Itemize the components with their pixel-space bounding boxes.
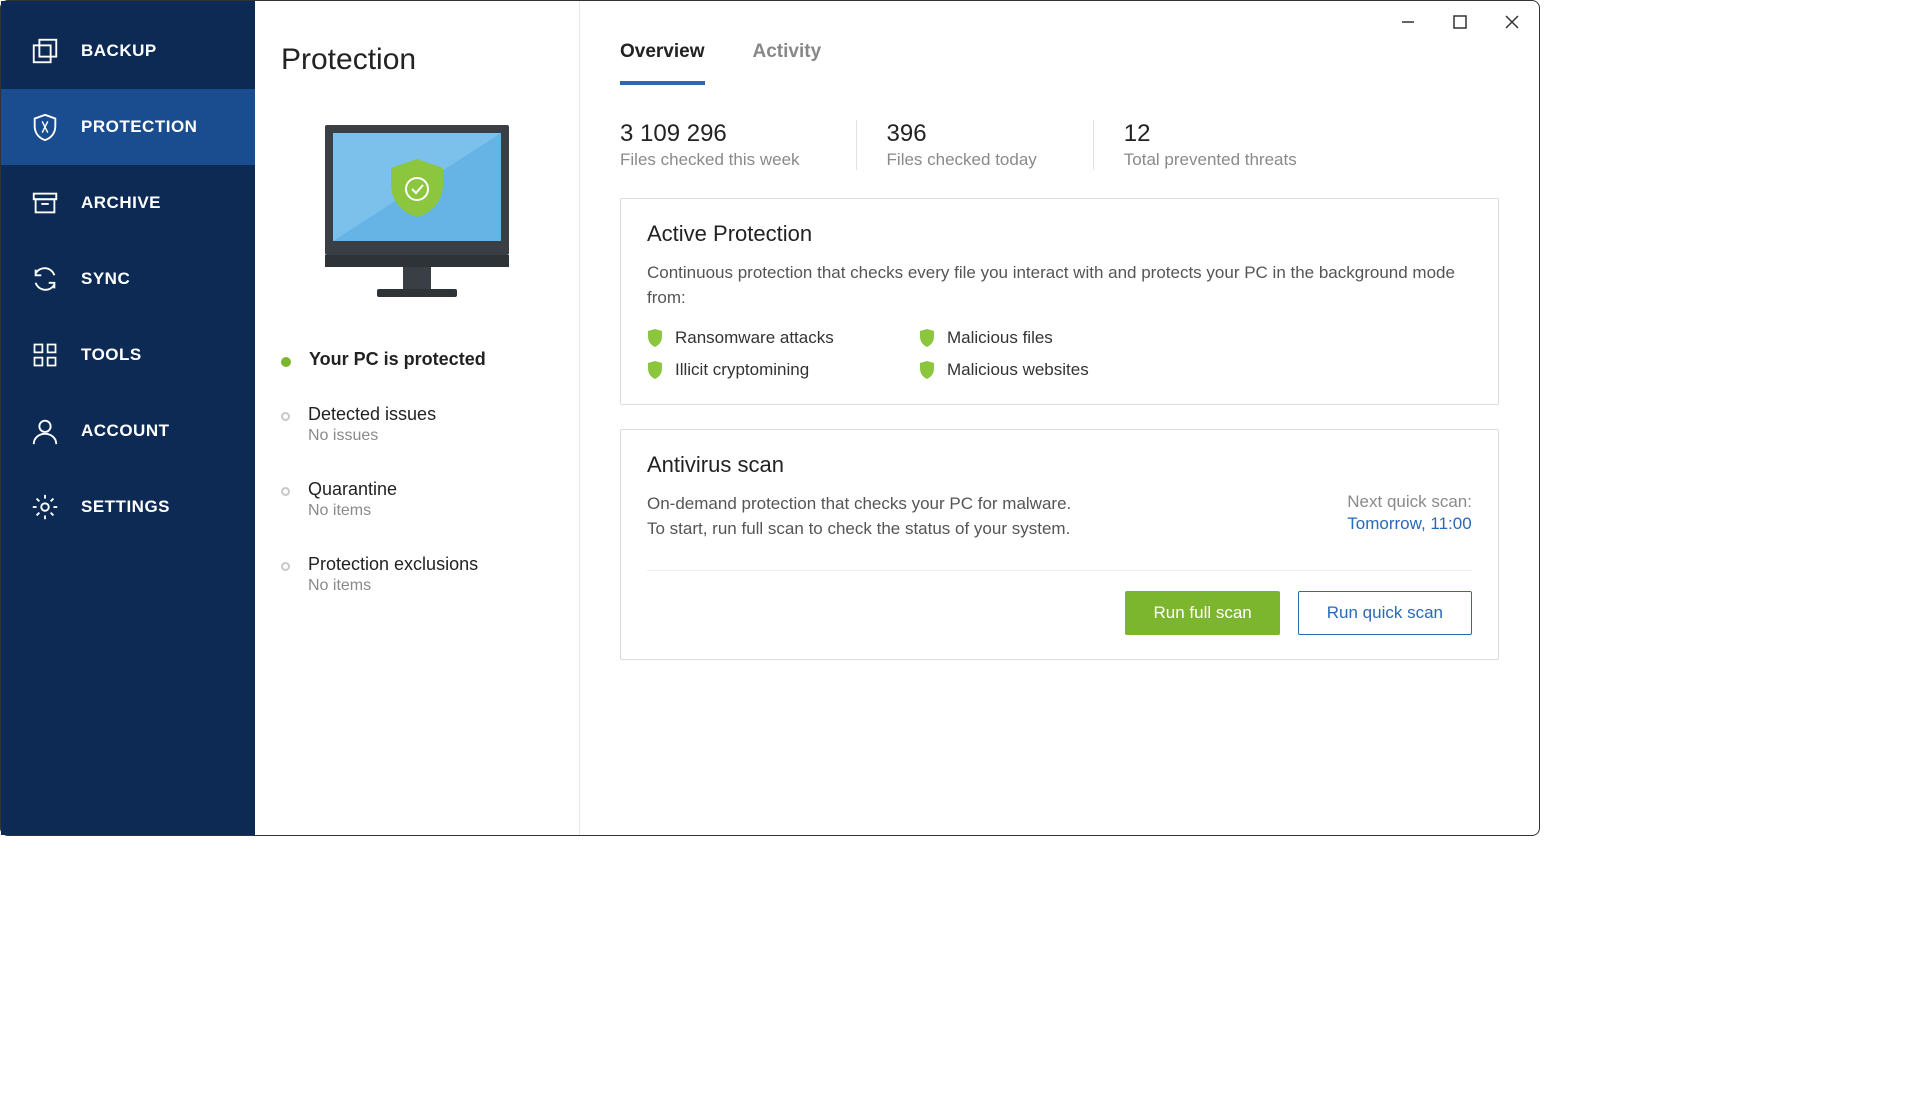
sidebar-item-account[interactable]: ACCOUNT (1, 393, 255, 469)
threat-item: Malicious files (919, 328, 1167, 348)
stat-value: 3 109 296 (620, 120, 800, 148)
sidebar-item-protection[interactable]: PROTECTION (1, 89, 255, 165)
status-protected-label: Your PC is protected (309, 349, 486, 370)
run-quick-scan-button[interactable]: Run quick scan (1298, 591, 1472, 635)
threat-label: Malicious websites (947, 360, 1089, 380)
monitor-illustration (307, 117, 527, 307)
sidebar-item-label: BACKUP (81, 41, 157, 61)
sidebar-item-label: SYNC (81, 269, 130, 289)
sidebar-item-settings[interactable]: SETTINGS (1, 469, 255, 545)
window-controls (1395, 9, 1525, 35)
shield-mini-icon (919, 329, 935, 347)
status-row-sub: No items (308, 502, 397, 520)
next-scan-value: Tomorrow, 11:00 (1347, 514, 1472, 534)
status-protected-row[interactable]: Your PC is protected (281, 335, 553, 390)
archive-icon (29, 187, 61, 219)
card-title: Antivirus scan (647, 452, 1472, 478)
stat-files-today: 396 Files checked today (856, 120, 1093, 170)
sidebar-item-label: SETTINGS (81, 497, 170, 517)
status-row-title: Quarantine (308, 479, 397, 500)
stat-label: Files checked today (887, 150, 1037, 170)
stat-threats: 12 Total prevented threats (1093, 120, 1353, 170)
stat-label: Files checked this week (620, 150, 800, 170)
sidebar-item-sync[interactable]: SYNC (1, 241, 255, 317)
status-dot-icon (281, 412, 290, 421)
shield-icon (29, 111, 61, 143)
card-description: Continuous protection that checks every … (647, 261, 1472, 310)
threat-item: Malicious websites (919, 360, 1167, 380)
antivirus-scan-card: Antivirus scan On-demand protection that… (620, 429, 1499, 659)
next-scan-label: Next quick scan: (1347, 492, 1472, 512)
status-dot-icon (281, 487, 290, 496)
threat-item: Ransomware attacks (647, 328, 895, 348)
protection-summary-panel: Protection Your PC is protected Detected… (255, 1, 580, 835)
grid-icon (29, 339, 61, 371)
main-content: Overview Activity 3 109 296 Files checke… (580, 1, 1539, 835)
shield-mini-icon (919, 361, 935, 379)
close-button[interactable] (1499, 9, 1525, 35)
status-quarantine-row[interactable]: Quarantine No items (281, 465, 553, 540)
backup-icon (29, 35, 61, 67)
status-row-title: Detected issues (308, 404, 436, 425)
stat-label: Total prevented threats (1124, 150, 1297, 170)
sidebar-item-backup[interactable]: BACKUP (1, 13, 255, 89)
threat-label: Ransomware attacks (675, 328, 834, 348)
maximize-button[interactable] (1447, 9, 1473, 35)
status-detected-issues-row[interactable]: Detected issues No issues (281, 390, 553, 465)
shield-mini-icon (647, 329, 663, 347)
sidebar-item-tools[interactable]: TOOLS (1, 317, 255, 393)
stat-value: 12 (1124, 120, 1297, 148)
sidebar-item-label: PROTECTION (81, 117, 197, 137)
account-icon (29, 415, 61, 447)
sidebar-item-archive[interactable]: ARCHIVE (1, 165, 255, 241)
shield-mini-icon (647, 361, 663, 379)
tab-activity[interactable]: Activity (753, 41, 822, 85)
status-dot-icon (281, 562, 290, 571)
tab-overview[interactable]: Overview (620, 41, 705, 85)
sidebar-item-label: ARCHIVE (81, 193, 161, 213)
stat-value: 396 (887, 120, 1037, 148)
gear-icon (29, 491, 61, 523)
next-scan-info: Next quick scan: Tomorrow, 11:00 (1347, 492, 1472, 541)
card-description: On-demand protection that checks your PC… (647, 492, 1076, 541)
status-dot-icon (281, 357, 291, 367)
sidebar-item-label: ACCOUNT (81, 421, 170, 441)
run-full-scan-button[interactable]: Run full scan (1125, 591, 1279, 635)
threat-label: Illicit cryptomining (675, 360, 809, 380)
stat-files-week: 3 109 296 Files checked this week (620, 120, 856, 170)
status-exclusions-row[interactable]: Protection exclusions No items (281, 540, 553, 615)
status-row-sub: No issues (308, 427, 436, 445)
status-row-title: Protection exclusions (308, 554, 478, 575)
card-title: Active Protection (647, 221, 1472, 247)
threat-label: Malicious files (947, 328, 1053, 348)
sync-icon (29, 263, 61, 295)
sidebar-item-label: TOOLS (81, 345, 142, 365)
active-protection-card: Active Protection Continuous protection … (620, 198, 1499, 405)
threat-item: Illicit cryptomining (647, 360, 895, 380)
stats-row: 3 109 296 Files checked this week 396 Fi… (580, 86, 1539, 198)
status-row-sub: No items (308, 577, 478, 595)
page-title: Protection (281, 43, 553, 77)
minimize-button[interactable] (1395, 9, 1421, 35)
sidebar: BACKUP PROTECTION ARCHIVE SYNC TOOLS ACC… (1, 1, 255, 835)
